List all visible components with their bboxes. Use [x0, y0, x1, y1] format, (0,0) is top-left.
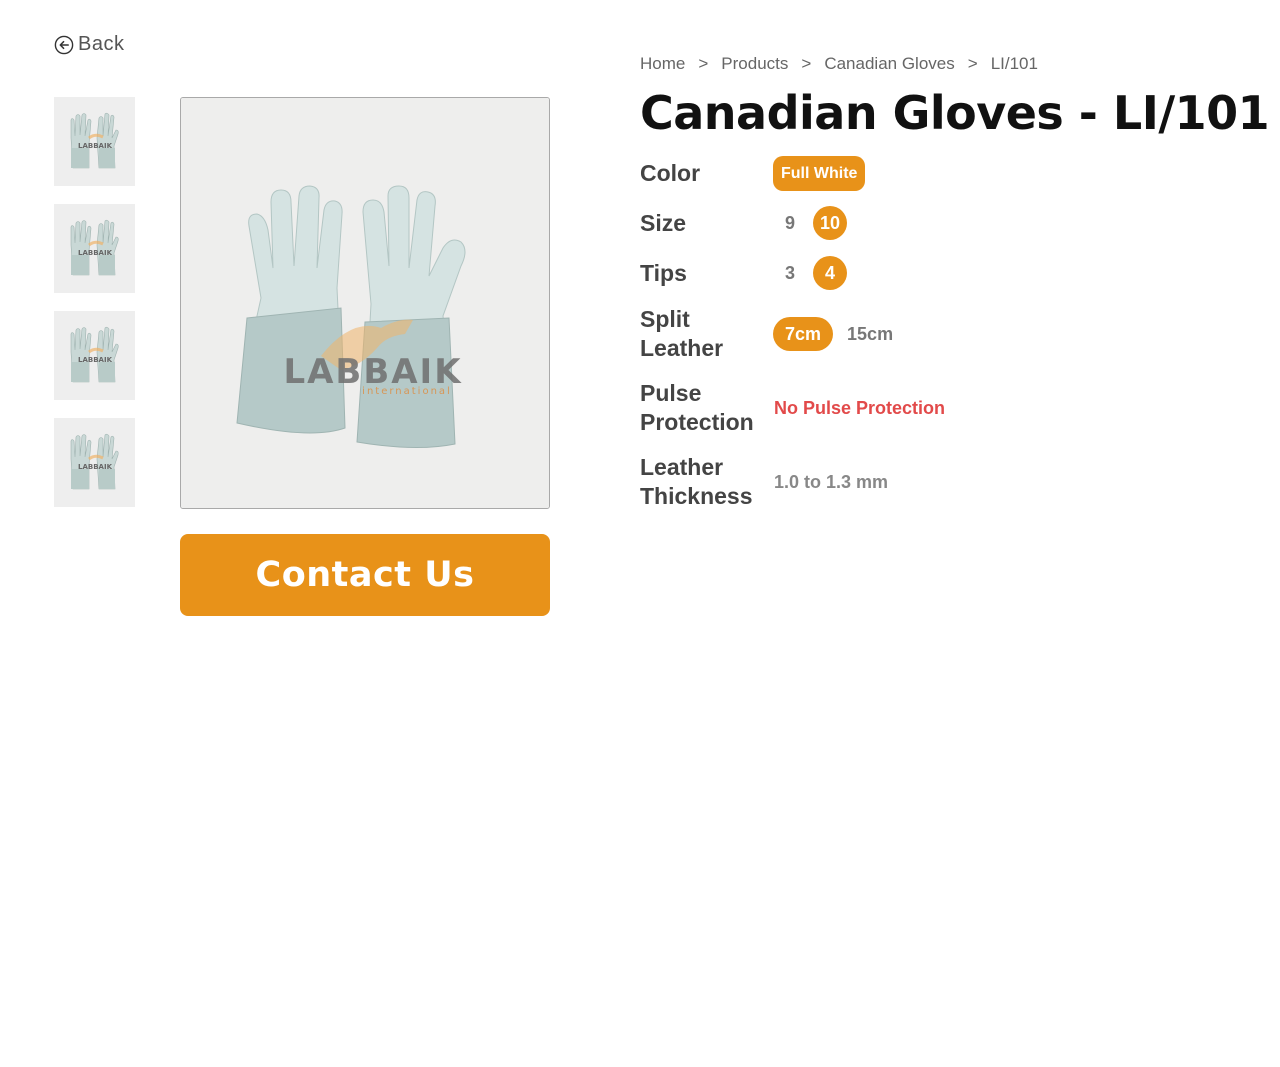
spec-label-line: Leather	[640, 335, 724, 361]
svg-text:LABBAIK: LABBAIK	[78, 356, 113, 364]
size-option-9[interactable]: 9	[773, 206, 807, 240]
thumbnail[interactable]: LABBAIK	[54, 204, 135, 293]
thumbnail[interactable]: LABBAIK	[54, 418, 135, 507]
breadcrumb-separator: >	[967, 54, 978, 73]
tips-option-4[interactable]: 4	[813, 256, 847, 290]
svg-text:LABBAIK: LABBAIK	[78, 142, 113, 150]
arrow-left-circle-icon	[54, 35, 74, 54]
breadcrumb: Home > Products > Canadian Gloves > LI/1…	[640, 54, 1038, 74]
glove-thumbnail-image: LABBAIK	[70, 219, 119, 275]
page-title: Canadian Gloves - LI/101	[640, 86, 1270, 140]
spec-label-leather-thickness: Leather Thickness	[640, 453, 773, 511]
spec-label-pulse-protection: Pulse Protection	[640, 379, 773, 437]
glove-thumbnail-image: LABBAIK	[70, 112, 119, 168]
glove-thumbnail-image: LABBAIK	[70, 433, 119, 489]
glove-thumbnail-image: LABBAIK	[70, 326, 119, 382]
breadcrumb-separator: >	[698, 54, 709, 73]
leather-thickness-value: 1.0 to 1.3 mm	[774, 471, 889, 492]
size-option-10[interactable]: 10	[813, 206, 847, 240]
svg-text:international: international	[362, 386, 452, 397]
breadcrumb-current: LI/101	[990, 54, 1038, 73]
main-product-image: LABBAIK international	[180, 97, 550, 509]
spec-label-color: Color	[640, 160, 701, 186]
spec-label-line: Pulse	[640, 380, 702, 406]
spec-row-tips: Tips 3 4	[640, 256, 847, 290]
color-option-full-white[interactable]: Full White	[773, 156, 866, 191]
breadcrumb-canadian-gloves[interactable]: Canadian Gloves	[824, 54, 954, 74]
spec-row-split-leather: Split Leather 7cm 15cm	[640, 305, 899, 363]
spec-row-color: Color Full White	[640, 156, 866, 191]
spec-row-size: Size 9 10	[640, 206, 847, 240]
pulse-protection-value: No Pulse Protection	[774, 397, 946, 418]
back-label: Back	[78, 33, 125, 55]
spec-label-line: Thickness	[640, 483, 753, 509]
spec-label-line: Split	[640, 306, 690, 332]
spec-label-split-leather: Split Leather	[640, 305, 773, 363]
contact-us-button[interactable]: Contact Us	[180, 534, 550, 616]
svg-text:LABBAIK: LABBAIK	[78, 249, 113, 257]
svg-text:LABBAIK: LABBAIK	[78, 463, 113, 471]
thumbnail[interactable]: LABBAIK	[54, 311, 135, 400]
tips-option-3[interactable]: 3	[773, 256, 807, 290]
spec-row-leather-thickness: Leather Thickness 1.0 to 1.3 mm	[640, 453, 888, 511]
thumbnail[interactable]: LABBAIK	[54, 97, 135, 186]
spec-row-pulse-protection: Pulse Protection No Pulse Protection	[640, 379, 945, 437]
spec-label-tips: Tips	[640, 259, 687, 286]
glove-product-image: LABBAIK international	[181, 98, 549, 508]
back-link[interactable]: Back	[54, 33, 124, 56]
spec-label-line: Protection	[640, 409, 754, 435]
breadcrumb-separator: >	[801, 54, 812, 73]
thumbnail-list: LABBAIK LABBAIK LABBAIK LABBAIK	[54, 97, 135, 525]
split-leather-option-7cm[interactable]: 7cm	[773, 317, 834, 351]
breadcrumb-home[interactable]: Home	[640, 54, 685, 74]
spec-label-line: Leather	[640, 454, 724, 480]
split-leather-option-15cm[interactable]: 15cm	[841, 324, 899, 345]
spec-label-size: Size	[640, 209, 687, 236]
breadcrumb-products[interactable]: Products	[721, 54, 788, 74]
